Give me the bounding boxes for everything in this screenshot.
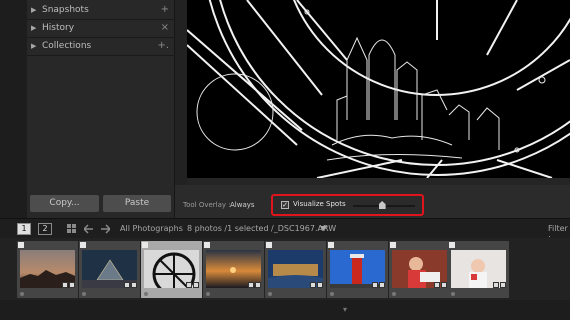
thumbnail-badges — [62, 282, 75, 288]
thumbnail-dot — [268, 292, 272, 296]
thumbnail-badges — [124, 282, 137, 288]
visualize-spots-image — [187, 0, 570, 178]
selection-info[interactable]: 8 photos /1 selected /_DSC1967.ARW — [187, 224, 336, 233]
thumbnail-flag — [18, 242, 24, 248]
panel-collections[interactable]: ▶ Collections +. — [27, 37, 175, 55]
dropdown-arrow-icon[interactable] — [320, 226, 327, 232]
left-panel: ▶ Snapshots + ▶ History × ▶ Collections … — [27, 0, 175, 218]
filmstrip-thumbnail[interactable] — [448, 241, 509, 298]
left-edge-gutter — [0, 0, 27, 218]
add-collection-icon[interactable]: +. — [157, 37, 169, 55]
add-snapshot-icon[interactable]: + — [161, 1, 169, 19]
filmstrip-thumbnail-selected[interactable] — [141, 241, 202, 298]
thumbnail-dot — [206, 292, 210, 296]
lightroom-develop-window: ▶ Snapshots + ▶ History × ▶ Collections … — [0, 0, 570, 320]
thumbnail-badges — [310, 282, 323, 288]
preview-bottom-edge — [187, 178, 570, 185]
panel-history-label: History — [42, 23, 75, 33]
copy-button[interactable]: Copy... — [30, 195, 99, 212]
tool-overlay-label: Tool Overlay : — [183, 201, 231, 209]
source-label[interactable]: All Photographs — [120, 224, 183, 233]
panel-history[interactable]: ▶ History × — [27, 19, 175, 37]
filmstrip-thumbnail[interactable] — [327, 241, 388, 298]
panel-divider — [27, 55, 175, 56]
scroll-down-icon[interactable]: ▾ — [343, 305, 347, 314]
thumbnail-flag — [390, 242, 396, 248]
disclosure-triangle-icon[interactable]: ▶ — [31, 19, 36, 37]
thumbnail-badges — [493, 282, 506, 288]
visualize-spots-checkbox[interactable]: ✓ — [281, 201, 289, 209]
thumbnail-dot — [82, 292, 86, 296]
thumbnail-flag — [142, 242, 148, 248]
page-1-button[interactable]: 1 — [17, 223, 31, 235]
filmstrip-thumbnail[interactable] — [265, 241, 326, 298]
visualize-spots-label[interactable]: Visualize Spots — [293, 200, 346, 208]
panel-collections-label: Collections — [42, 41, 92, 51]
thumbnail-dot — [392, 292, 396, 296]
thumbnail-flag — [266, 242, 272, 248]
filmstrip-scroll-area: ▾ — [0, 300, 570, 320]
forward-arrow-icon[interactable] — [100, 224, 110, 234]
paste-button[interactable]: Paste — [103, 195, 171, 212]
filmstrip-thumbnail[interactable] — [389, 241, 450, 298]
grid-view-icon[interactable] — [67, 224, 77, 234]
develop-toolbar: Tool Overlay : Always ✓ Visualize Spots — [175, 185, 570, 218]
thumbnail-badges — [372, 282, 385, 288]
panel-snapshots-label: Snapshots — [42, 5, 89, 15]
thumbnail-dot — [451, 292, 455, 296]
panel-snapshots[interactable]: ▶ Snapshots + — [27, 1, 175, 19]
image-preview[interactable] — [187, 0, 570, 178]
thumbnail-flag — [204, 242, 210, 248]
panel-edge — [175, 0, 187, 185]
thumbnail-badges — [434, 282, 447, 288]
page-2-button[interactable]: 2 — [38, 223, 52, 235]
clear-history-icon[interactable]: × — [161, 19, 169, 37]
thumbnail-dot — [144, 292, 148, 296]
thumbnail-flag — [449, 242, 455, 248]
filmstrip-thumbnail[interactable] — [203, 241, 264, 298]
thumbnail-flag — [328, 242, 334, 248]
thumbnail-flag — [80, 242, 86, 248]
disclosure-triangle-icon[interactable]: ▶ — [31, 37, 36, 55]
thumbnail-dot — [330, 292, 334, 296]
back-arrow-icon[interactable] — [84, 224, 94, 234]
filmstrip-navigation-bar: 1 2 All Photographs 8 photos /1 selected… — [0, 218, 570, 242]
filmstrip-thumbnail[interactable] — [79, 241, 140, 298]
thumbnail-badges — [248, 282, 261, 288]
thumbnail-badges — [186, 282, 199, 288]
disclosure-triangle-icon[interactable]: ▶ — [31, 1, 36, 19]
tool-overlay-dropdown[interactable]: Always — [230, 201, 255, 209]
thumbnail-dot — [20, 292, 24, 296]
filmstrip-thumbnail[interactable] — [17, 241, 78, 298]
